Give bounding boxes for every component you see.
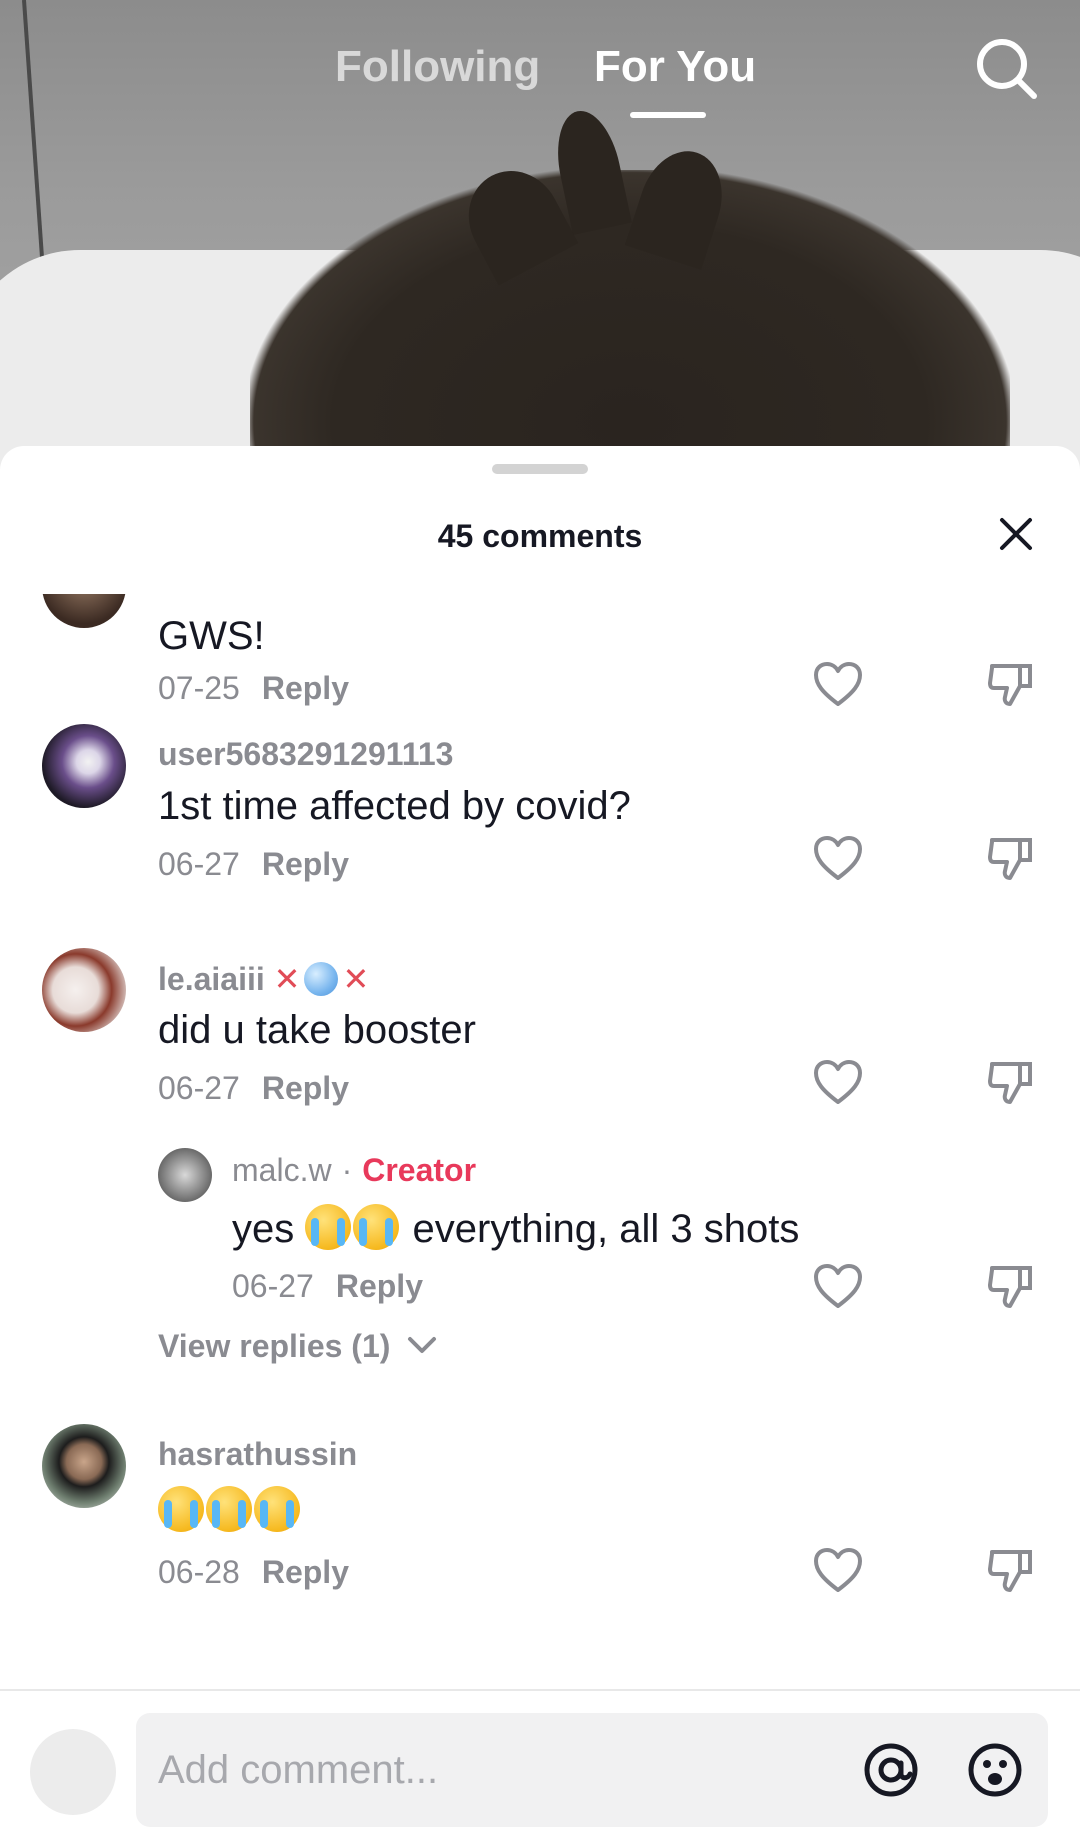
emoji-icon[interactable] bbox=[966, 1741, 1024, 1799]
close-icon[interactable] bbox=[996, 514, 1036, 554]
current-user-avatar[interactable] bbox=[30, 1729, 116, 1815]
comments-sheet: 45 comments GWS! 07-25 Reply user56832912… bbox=[0, 446, 1080, 1846]
crying-face-emoji bbox=[305, 1204, 352, 1250]
comments-list[interactable]: GWS! 07-25 Reply user5683291291113 1st ti… bbox=[0, 594, 1080, 1684]
reply-button[interactable]: Reply bbox=[262, 1070, 349, 1106]
reply-text-start: yes bbox=[232, 1207, 295, 1251]
reply-username-row: malc.w · Creator bbox=[232, 1152, 476, 1189]
comment-text bbox=[158, 1486, 302, 1534]
like-heart-icon[interactable] bbox=[812, 660, 864, 708]
like-heart-icon[interactable] bbox=[812, 1262, 864, 1310]
comment-text: did u take booster bbox=[158, 1008, 476, 1052]
reply-text: yes everything, all 3 shots bbox=[232, 1204, 799, 1252]
dislike-icon[interactable] bbox=[986, 1546, 1034, 1594]
comment-meta: 06-27 Reply bbox=[158, 846, 349, 883]
reply-meta: 06-27 Reply bbox=[232, 1268, 423, 1305]
crying-face-emoji bbox=[206, 1486, 252, 1532]
crying-face-emoji bbox=[254, 1486, 300, 1532]
dislike-icon[interactable] bbox=[986, 660, 1034, 708]
comment-meta: 06-27 Reply bbox=[158, 1070, 349, 1107]
comment-date: 07-25 bbox=[158, 670, 240, 706]
reply-text-end: everything, all 3 shots bbox=[412, 1207, 800, 1251]
at-icon[interactable] bbox=[862, 1741, 920, 1799]
dislike-icon[interactable] bbox=[986, 1262, 1034, 1310]
username-separator: · bbox=[341, 1152, 353, 1188]
chevron-down-icon bbox=[408, 1337, 437, 1353]
cross-mark-icon: ✕ bbox=[273, 961, 301, 997]
avatar[interactable] bbox=[42, 1424, 126, 1508]
tab-following[interactable]: Following bbox=[335, 42, 540, 92]
dislike-icon[interactable] bbox=[986, 1058, 1034, 1106]
reply-button[interactable]: Reply bbox=[336, 1268, 423, 1304]
video-background[interactable]: Following For You bbox=[0, 0, 1080, 480]
active-tab-indicator bbox=[630, 112, 706, 118]
view-replies-label: View replies (1) bbox=[158, 1328, 391, 1364]
crying-face-emoji bbox=[353, 1204, 400, 1250]
tab-for-you[interactable]: For You bbox=[594, 42, 756, 92]
creator-badge: Creator bbox=[362, 1152, 477, 1188]
reply-username[interactable]: malc.w bbox=[232, 1152, 332, 1188]
blue-circle-icon bbox=[304, 962, 339, 996]
cross-mark-icon: ✕ bbox=[342, 961, 370, 997]
top-nav: Following For You bbox=[0, 30, 1080, 130]
reply-date: 06-27 bbox=[232, 1268, 314, 1304]
like-heart-icon[interactable] bbox=[812, 1058, 864, 1106]
comment-composer bbox=[0, 1689, 1080, 1846]
crying-face-emoji bbox=[158, 1486, 204, 1532]
comment-date: 06-28 bbox=[158, 1554, 240, 1590]
like-heart-icon[interactable] bbox=[812, 834, 864, 882]
avatar[interactable] bbox=[42, 724, 126, 808]
avatar[interactable] bbox=[158, 1148, 212, 1202]
comment-meta: 06-28 Reply bbox=[158, 1554, 349, 1591]
comment-username[interactable]: le.aiaiii ✕ ✕ bbox=[158, 960, 369, 998]
view-replies-button[interactable]: View replies (1) bbox=[158, 1328, 437, 1365]
comment-text: 1st time affected by covid? bbox=[158, 784, 631, 828]
comment-text: GWS! bbox=[158, 614, 265, 658]
reply-button[interactable]: Reply bbox=[262, 1554, 349, 1590]
username-text: le.aiaiii bbox=[158, 961, 265, 997]
sheet-grabber[interactable] bbox=[492, 464, 588, 474]
reply-button[interactable]: Reply bbox=[262, 846, 349, 882]
search-icon[interactable] bbox=[974, 36, 1040, 102]
avatar[interactable] bbox=[42, 594, 126, 628]
like-heart-icon[interactable] bbox=[812, 1546, 864, 1594]
comment-meta: 07-25 Reply bbox=[158, 670, 349, 707]
comments-count-title: 45 comments bbox=[437, 518, 643, 554]
dislike-icon[interactable] bbox=[986, 834, 1034, 882]
comment-username[interactable]: hasrathussin bbox=[158, 1436, 357, 1473]
avatar[interactable] bbox=[42, 948, 126, 1032]
comment-date: 06-27 bbox=[158, 846, 240, 882]
comment-date: 06-27 bbox=[158, 1070, 240, 1106]
reply-button[interactable]: Reply bbox=[262, 670, 349, 706]
comment-username[interactable]: user5683291291113 bbox=[158, 736, 453, 773]
